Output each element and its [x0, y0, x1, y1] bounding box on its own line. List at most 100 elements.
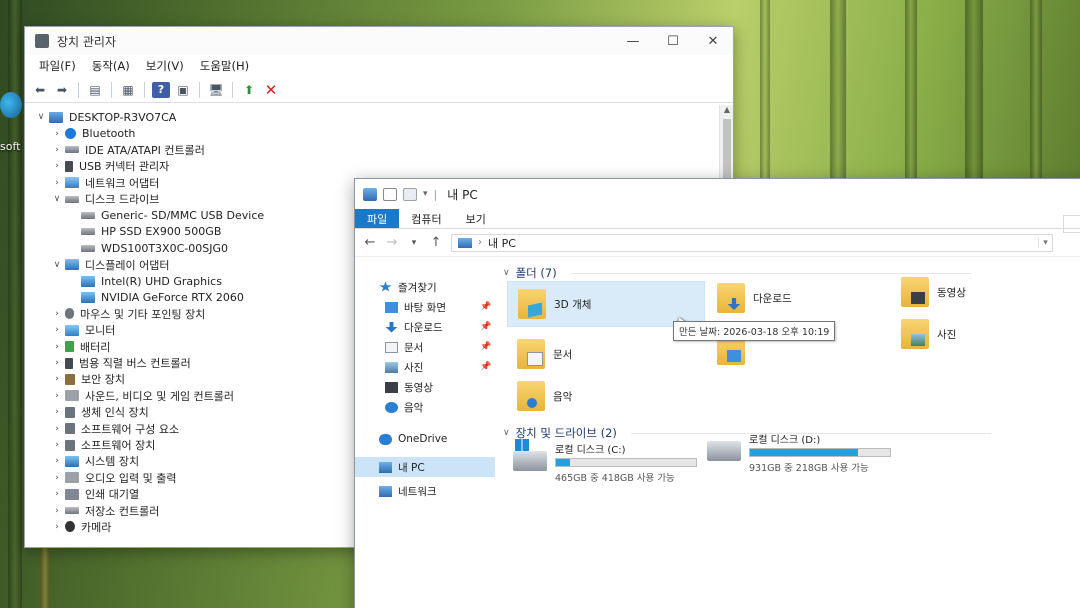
maximize-button[interactable]: ☐: [653, 34, 693, 49]
nav-network[interactable]: 네트워크: [355, 481, 495, 501]
nav-this-pc[interactable]: 내 PC: [355, 457, 495, 477]
edge-desktop-icon[interactable]: [0, 92, 22, 118]
address-bar[interactable]: › 내 PC ▾: [451, 233, 1053, 252]
new-folder-quick-icon[interactable]: [403, 187, 417, 201]
nav-item[interactable]: 다운로드 📌: [355, 317, 495, 337]
view-resources-icon[interactable]: ▣: [174, 82, 192, 98]
folder-pictures[interactable]: 사진: [901, 319, 956, 349]
recent-locations-icon[interactable]: ▾: [407, 238, 421, 248]
drive-c[interactable]: 로컬 디스크 (C:) 465GB 중 418GB 사용 가능: [513, 439, 697, 484]
chevron-right-icon[interactable]: ›: [49, 473, 65, 483]
menu-file[interactable]: 파일(F): [39, 58, 76, 74]
chevron-right-icon[interactable]: ›: [49, 407, 65, 417]
chevron-right-icon[interactable]: ›: [49, 391, 65, 401]
chevron-right-icon[interactable]: ›: [478, 237, 482, 248]
back-icon[interactable]: ⬅: [31, 82, 49, 98]
chevron-down-icon[interactable]: ∨: [503, 268, 510, 278]
tree-node-label: 디스크 드라이브: [85, 193, 160, 207]
chevron-right-icon[interactable]: ›: [49, 374, 65, 384]
chevron-right-icon[interactable]: ›: [49, 522, 65, 532]
properties-quick-icon[interactable]: [383, 187, 397, 201]
pin-icon[interactable]: 📌: [480, 342, 491, 352]
vid-icon: [385, 381, 398, 393]
show-hide-tree-icon[interactable]: ▤: [86, 82, 104, 98]
chevron-right-icon[interactable]: ›: [49, 506, 65, 516]
sec-device-icon: [65, 373, 75, 385]
chevron-right-icon[interactable]: ›: [49, 129, 65, 139]
folder-documents[interactable]: 문서: [517, 339, 572, 369]
folder-music[interactable]: 음악: [517, 381, 572, 411]
chevron-right-icon[interactable]: ›: [49, 309, 65, 319]
tree-node-label: 카메라: [81, 520, 112, 534]
downloads-folder-icon: [717, 283, 745, 313]
pin-icon[interactable]: 📌: [480, 362, 491, 372]
chevron-down-icon[interactable]: ∨: [49, 260, 65, 270]
menu-help[interactable]: 도움말(H): [200, 58, 249, 74]
title-bar[interactable]: 장치 관리자 — ☐ ✕: [25, 27, 733, 55]
scroll-up-icon[interactable]: ▲: [720, 105, 734, 114]
chevron-right-icon[interactable]: ›: [49, 358, 65, 368]
nav-label: 즐겨찾기: [398, 281, 437, 294]
folder-videos[interactable]: 동영상: [901, 277, 966, 307]
help-icon[interactable]: ?: [152, 81, 170, 98]
nav-item[interactable]: 동영상: [355, 377, 495, 397]
chevron-right-icon[interactable]: ›: [49, 161, 65, 171]
up-button[interactable]: ↑: [429, 235, 443, 250]
chevron-down-icon[interactable]: ∨: [49, 194, 65, 204]
folder-downloads[interactable]: 다운로드: [717, 283, 792, 313]
minimize-button[interactable]: —: [613, 34, 653, 49]
customize-qat-icon[interactable]: ▾: [423, 189, 428, 199]
drive-device-icon: [65, 195, 79, 203]
forward-icon[interactable]: ➡: [53, 82, 71, 98]
chevron-right-icon[interactable]: ›: [49, 145, 65, 155]
desktop-icon-label: soft: [0, 140, 21, 153]
cam-device-icon: [65, 521, 75, 533]
nav-quick-access[interactable]: 즐겨찾기: [355, 277, 495, 297]
nav-item[interactable]: 문서 📌: [355, 337, 495, 357]
uninstall-device-icon[interactable]: ✕: [262, 81, 280, 99]
address-dropdown-icon[interactable]: ▾: [1038, 237, 1052, 248]
drive-usage-fill: [556, 459, 570, 466]
chevron-right-icon[interactable]: ›: [49, 489, 65, 499]
title-bar[interactable]: ▾ | 내 PC: [355, 179, 1080, 209]
nav-onedrive[interactable]: OneDrive: [355, 429, 495, 449]
chevron-down-icon[interactable]: ∨: [33, 112, 49, 122]
chevron-right-icon[interactable]: ›: [49, 456, 65, 466]
nav-item[interactable]: 음악: [355, 397, 495, 417]
music-folder-icon: [517, 381, 545, 411]
pin-icon[interactable]: 📌: [480, 302, 491, 312]
menu-action[interactable]: 동작(A): [92, 58, 130, 74]
nav-item[interactable]: 바탕 화면 📌: [355, 297, 495, 317]
pin-icon[interactable]: 📌: [480, 322, 491, 332]
file-explorer-window: ▾ | 내 PC 파일 컴퓨터 보기 ← → ▾ ↑ › 내 PC ▾ 즐겨찾기…: [354, 178, 1080, 608]
tree-node[interactable]: › IDE ATA/ATAPI 컨트롤러: [33, 142, 719, 158]
chevron-right-icon[interactable]: ›: [49, 178, 65, 188]
tree-node-label: 인쇄 대기열: [85, 488, 140, 502]
3d-objects-folder-icon: [518, 289, 546, 319]
snd-device-icon: [65, 390, 79, 402]
tab-file[interactable]: 파일: [355, 209, 400, 228]
scan-hardware-icon[interactable]: 🖥: [207, 82, 225, 98]
chevron-right-icon[interactable]: ›: [49, 424, 65, 434]
nav-item[interactable]: 사진 📌: [355, 357, 495, 377]
tree-node[interactable]: › USB 커넥터 관리자: [33, 158, 719, 174]
tree-node-label: 보안 장치: [81, 373, 125, 387]
menu-view[interactable]: 보기(V): [146, 58, 184, 74]
chevron-right-icon[interactable]: ›: [49, 342, 65, 352]
update-driver-icon[interactable]: ⬆: [240, 82, 258, 98]
chevron-right-icon[interactable]: ›: [49, 440, 65, 450]
chevron-down-icon[interactable]: ∨: [503, 428, 510, 438]
tree-node[interactable]: ∨ DESKTOP-R3VO7CA: [33, 109, 719, 125]
search-input[interactable]: [1063, 215, 1080, 233]
chevron-right-icon[interactable]: ›: [49, 325, 65, 335]
tab-computer[interactable]: 컴퓨터: [399, 209, 453, 228]
tree-node-label: 사운드, 비디오 및 게임 컨트롤러: [85, 389, 235, 403]
tree-node[interactable]: › Bluetooth: [33, 125, 719, 141]
tab-view[interactable]: 보기: [454, 209, 498, 228]
back-button[interactable]: ←: [363, 235, 377, 250]
drive-free-space: 931GB 중 218GB 사용 가능: [749, 463, 869, 474]
forward-button[interactable]: →: [385, 235, 399, 250]
properties-icon[interactable]: ▦: [119, 82, 137, 98]
drive-d[interactable]: 로컬 디스크 (D:) 931GB 중 218GB 사용 가능: [707, 431, 891, 474]
close-button[interactable]: ✕: [693, 34, 733, 49]
